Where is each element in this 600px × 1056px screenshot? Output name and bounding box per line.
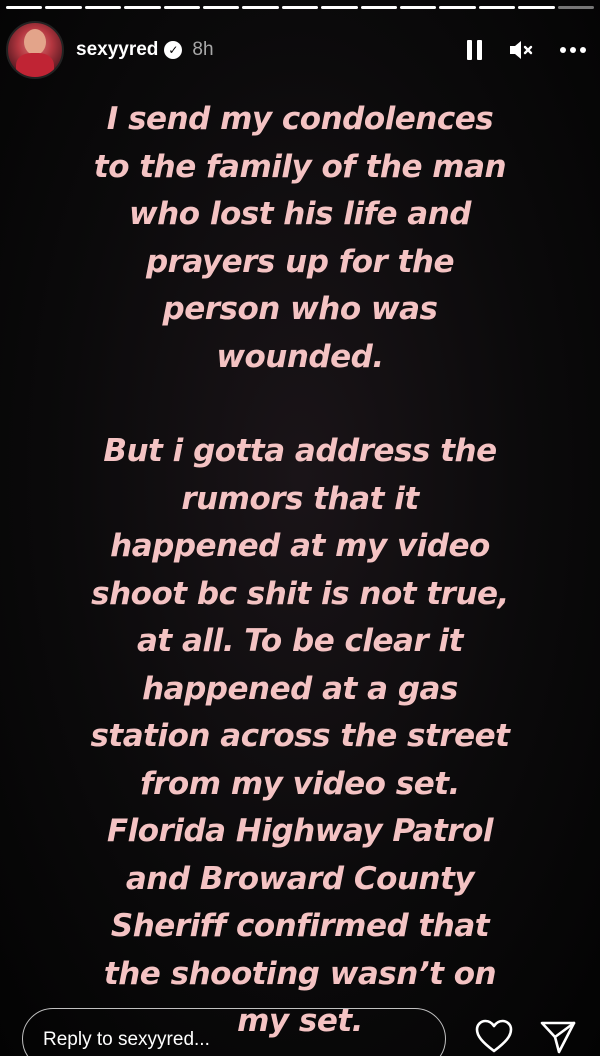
progress-segment — [242, 6, 279, 9]
avatar-face — [24, 29, 46, 55]
story-text-line: from my video set. — [140, 765, 460, 802]
story-text-line: person who was — [162, 291, 438, 327]
progress-segment — [124, 6, 161, 9]
story-text-line: Sheriff confirmed that — [110, 908, 490, 944]
like-button[interactable] — [474, 1018, 514, 1056]
progress-segment — [203, 6, 240, 9]
pause-button[interactable] — [467, 35, 482, 65]
story-text-line: rumors that it — [181, 480, 419, 517]
post-time: 8h — [192, 39, 214, 60]
story-controls — [467, 35, 586, 65]
avatar[interactable] — [6, 21, 64, 79]
story-text-line: Florida Highway Patrol — [106, 813, 494, 849]
reply-input[interactable]: Reply to sexyyred... — [22, 1008, 446, 1056]
heart-icon — [475, 1019, 513, 1053]
story-text-line: to the family of the man — [93, 148, 507, 185]
reply-placeholder: Reply to sexyyred... — [43, 1029, 210, 1050]
avatar-body — [16, 53, 54, 77]
progress-segment — [84, 6, 122, 9]
story-text-line: at all. To be clear it — [137, 623, 464, 659]
progress-segment — [439, 6, 476, 9]
progress-segment — [360, 6, 398, 9]
progress-segment — [557, 6, 595, 9]
more-options-button[interactable] — [560, 35, 586, 65]
story-text: I send my condolences to the family of t… — [0, 96, 600, 1046]
story-text-line: shoot bc shit is not true, — [91, 575, 509, 612]
progress-segment — [321, 6, 358, 9]
dot — [580, 47, 586, 53]
pause-bar — [477, 40, 482, 60]
story-text-line: station across the street — [90, 718, 510, 754]
story-text-line: wounded. — [216, 338, 384, 375]
progress-segment — [45, 6, 82, 9]
story-text-line: who lost his life and — [129, 196, 471, 232]
pause-bar — [467, 40, 472, 60]
story-viewer[interactable]: sexyyred ✓ 8h I send my condolences to t — [0, 0, 600, 1056]
story-text-line: But i gotta address the — [103, 433, 497, 469]
dot — [560, 47, 566, 53]
story-text-line: the shooting wasn’t on — [103, 955, 497, 992]
verified-badge-icon: ✓ — [164, 41, 183, 59]
progress-segment — [281, 6, 319, 9]
progress-segment — [518, 6, 555, 9]
story-text-line: I send my condolences — [106, 101, 494, 137]
story-text-line: happened at my video — [110, 528, 490, 564]
send-icon — [540, 1021, 576, 1054]
speaker-muted-icon — [510, 41, 533, 59]
story-text-line: prayers up for the — [145, 243, 455, 280]
dot — [570, 47, 576, 53]
progress-segment — [478, 6, 516, 9]
progress-segment — [6, 6, 43, 9]
progress-segment — [163, 6, 201, 9]
send-button[interactable] — [538, 1018, 578, 1056]
progress-segment — [400, 6, 437, 9]
story-text-line: happened at a gas — [142, 670, 458, 707]
mute-button[interactable] — [508, 35, 534, 65]
username[interactable]: sexyyred — [76, 39, 158, 61]
story-header: sexyyred ✓ 8h — [6, 21, 586, 79]
story-text-line: and Broward County — [125, 860, 475, 897]
story-progress-bar — [6, 6, 595, 10]
